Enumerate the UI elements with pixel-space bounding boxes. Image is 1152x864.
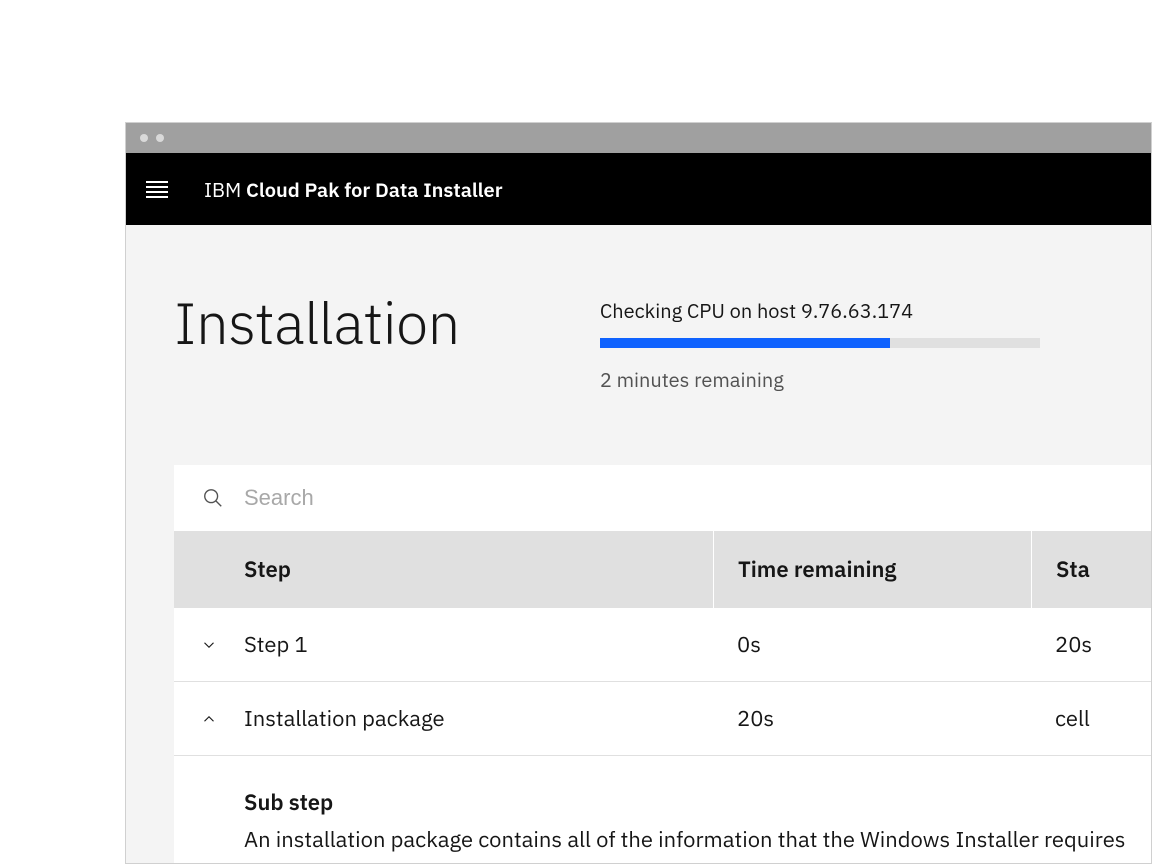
progress-label: Checking CPU on host 9.76.63.174 [600,297,1040,324]
search-icon [202,487,224,509]
row-time-remaining: 0s [713,608,1031,681]
row-step-name: Step 1 [244,608,713,681]
row-status: cell [1031,682,1151,755]
header-step: Step [244,531,713,608]
chevron-down-icon [200,636,218,654]
search-input[interactable] [244,485,1123,511]
brand-name: Cloud Pak for Data Installer [246,176,503,203]
substep-description: An installation package contains all of … [244,823,1144,864]
progress-section: Checking CPU on host 9.76.63.174 2 minut… [600,285,1040,393]
progress-bar-fill [600,338,890,348]
menu-icon[interactable] [146,181,168,198]
app-window: IBM Cloud Pak for Data Installer Install… [125,122,1152,864]
expand-toggle[interactable] [174,682,244,755]
substep-title: Sub step [244,788,1151,817]
window-control-dot[interactable] [156,134,164,142]
app-header: IBM Cloud Pak for Data Installer [126,153,1151,225]
page-title: Installation [174,285,460,360]
brand-prefix: IBM [204,176,241,203]
content-area: Installation Checking CPU on host 9.76.6… [126,225,1151,864]
window-control-dot[interactable] [140,134,148,142]
header-time: Time remaining [713,531,1031,608]
table-header: Step Time remaining Sta [174,531,1151,608]
chevron-up-icon [200,710,218,728]
progress-bar [600,338,1040,348]
table-row: Installation package 20s cell [174,682,1151,755]
row-status: 20s [1031,608,1151,681]
substep-content: Sub step An installation package contain… [174,755,1151,864]
window-titlebar [126,123,1151,153]
page-header-row: Installation Checking CPU on host 9.76.6… [174,285,1151,393]
table-row: Step 1 0s 20s [174,608,1151,682]
steps-table: Step Time remaining Sta Step 1 0s 20s [174,465,1151,864]
row-time-remaining: 20s [713,682,1031,755]
progress-remaining: 2 minutes remaining [600,366,1040,393]
row-step-name: Installation package [244,682,713,755]
expanded-panel: Sub step An installation package contain… [174,755,1151,864]
app-title: IBM Cloud Pak for Data Installer [204,176,503,203]
search-row [174,465,1151,531]
expand-toggle[interactable] [174,608,244,681]
header-status: Sta [1031,531,1151,608]
